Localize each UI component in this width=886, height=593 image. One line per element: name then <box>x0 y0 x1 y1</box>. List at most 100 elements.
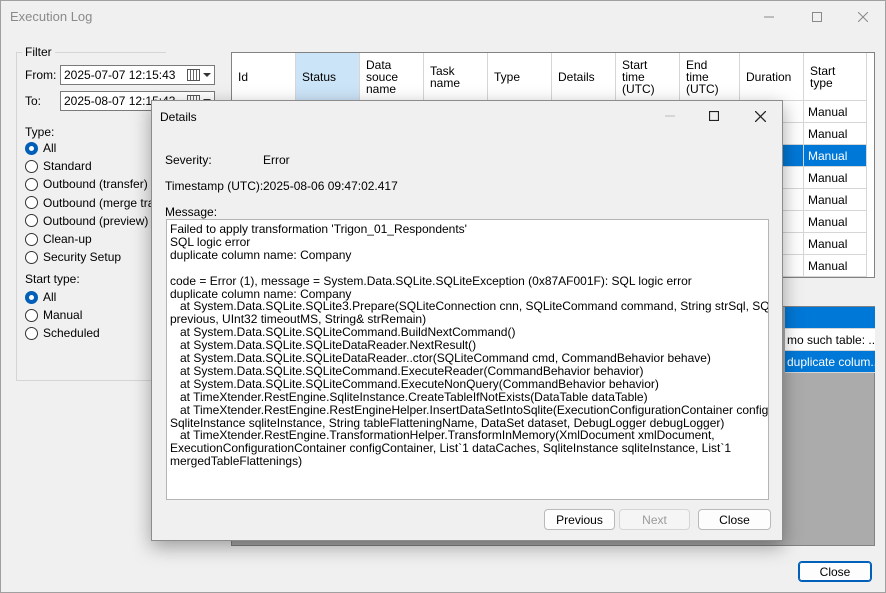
dialog-close-x-button[interactable] <box>740 101 780 131</box>
radio-label: Clean-up <box>43 232 92 246</box>
message-line: at TimeXtender.RestEngine.SqliteInstance… <box>170 389 648 404</box>
radio-label: Manual <box>43 308 83 322</box>
start-type-label: Start type: <box>25 272 80 286</box>
start-type-cell: Manual <box>804 101 867 123</box>
column-header[interactable]: Start type <box>804 53 867 101</box>
details-dialog: Details Severity: Error Timestamp (UTC):… <box>151 100 783 541</box>
dialog-maximize-button[interactable] <box>694 101 734 131</box>
next-label: Next <box>642 512 667 527</box>
close-icon <box>858 11 868 22</box>
start-type-cell: Manual <box>804 167 867 189</box>
dialog-title: Details <box>160 110 197 124</box>
message-line: at TimeXtender.RestEngine.RestEngineHelp… <box>170 402 769 417</box>
chevron-down-icon[interactable] <box>203 73 211 77</box>
column-header[interactable]: Id <box>232 53 296 101</box>
minimize-icon <box>764 16 774 17</box>
radio-button-icon[interactable] <box>25 141 38 155</box>
severity-label: Severity: <box>165 153 212 167</box>
radio-option[interactable]: Security Setup <box>25 250 121 264</box>
radio-option[interactable]: All <box>25 141 56 155</box>
start-type-cell: Manual <box>804 145 867 167</box>
radio-button-icon[interactable] <box>25 196 38 210</box>
dialog-close-label: Close <box>719 512 750 527</box>
timestamp-value: 2025-08-06 09:47:02.417 <box>263 179 398 193</box>
close-window-button[interactable] <box>840 1 886 32</box>
message-line: at System.Data.SQLite.SQLiteCommand.Exec… <box>170 376 659 391</box>
start-type-cell: Manual <box>804 189 867 211</box>
radio-button-icon[interactable] <box>25 159 38 173</box>
column-header[interactable]: Duration <box>740 53 804 101</box>
calendar-icon[interactable] <box>187 69 200 81</box>
message-label: Message: <box>165 205 218 219</box>
radio-label: All <box>43 141 57 155</box>
previous-label: Previous <box>556 512 603 527</box>
radio-button-icon[interactable] <box>25 250 38 264</box>
radio-button-icon[interactable] <box>25 232 38 246</box>
filter-legend: Filter <box>22 45 55 59</box>
message-line: mergedTableFlattenings) <box>170 454 303 469</box>
from-date-value: 2025-07-07 12:15:43 <box>64 68 176 82</box>
list-item[interactable]: duplicate colum... <box>785 351 875 373</box>
minimize-icon <box>665 115 675 117</box>
radio-label: All <box>43 290 57 304</box>
radio-button-icon[interactable] <box>25 177 38 191</box>
message-line: at System.Data.SQLite.SQLiteCommand.Exec… <box>170 363 644 378</box>
timestamp-label: Timestamp (UTC): <box>165 179 264 193</box>
radio-option[interactable]: All <box>25 290 56 304</box>
next-button[interactable]: Next <box>619 509 690 530</box>
maximize-icon <box>709 111 719 121</box>
message-line: code = Error (1), message = System.Data.… <box>170 273 692 288</box>
radio-option[interactable]: Clean-up <box>25 232 92 246</box>
radio-button-icon[interactable] <box>25 308 38 322</box>
dialog-minimize-button[interactable] <box>650 101 690 131</box>
window-title: Execution Log <box>10 9 93 24</box>
start-type-cell: Manual <box>804 233 867 255</box>
message-line: duplicate column name: Company <box>170 247 352 262</box>
message-textbox[interactable]: Failed to apply transformation 'Trigon_0… <box>166 219 769 500</box>
radio-label: Scheduled <box>43 326 100 340</box>
maximize-button[interactable] <box>794 1 840 32</box>
start-type-cell: Manual <box>804 255 867 277</box>
severity-value: Error <box>263 153 290 167</box>
maximize-icon <box>812 11 822 22</box>
title-bar: Execution Log <box>1 1 886 32</box>
main-close-label: Close <box>819 564 851 579</box>
previous-button[interactable]: Previous <box>544 509 615 530</box>
column-header[interactable]: Status <box>296 53 360 101</box>
column-header[interactable]: End time (UTC) <box>680 53 740 101</box>
minimize-button[interactable] <box>746 1 792 32</box>
dialog-close-button[interactable]: Close <box>698 509 771 530</box>
radio-label: Outbound (transfer) <box>43 177 148 192</box>
radio-option[interactable]: Standard <box>25 159 92 173</box>
column-header[interactable]: Start time (UTC) <box>616 53 680 101</box>
to-label: To: <box>25 94 42 108</box>
radio-button-icon[interactable] <box>25 290 38 304</box>
start-type-cell: Manual <box>804 211 867 233</box>
column-header[interactable]: Type <box>488 53 552 101</box>
radio-button-icon[interactable] <box>25 326 38 340</box>
radio-option[interactable]: Manual <box>25 308 82 322</box>
radio-option[interactable]: Scheduled <box>25 326 100 340</box>
radio-option[interactable]: Outbound (transfer) <box>25 177 148 191</box>
radio-option[interactable]: Outbound (merge transf <box>25 196 170 210</box>
radio-button-icon[interactable] <box>25 214 38 228</box>
main-close-button[interactable]: Close <box>798 561 872 582</box>
grid-header: Id Status Data souce name Task name Type Deta… <box>232 53 867 101</box>
radio-label: Outbound (preview) <box>43 213 149 228</box>
message-line: Failed to apply transformation 'Trigon_0… <box>170 222 467 236</box>
list-item[interactable] <box>785 307 875 329</box>
radio-label: Standard <box>43 159 92 174</box>
column-header[interactable]: Data souce name <box>360 53 424 101</box>
radio-option[interactable]: Outbound (preview) <box>25 214 148 228</box>
column-header[interactable]: Task name <box>424 53 488 101</box>
radio-label: Security Setup <box>43 250 122 265</box>
close-icon <box>754 110 766 122</box>
type-label: Type: <box>25 125 55 139</box>
message-line: SQL logic error <box>170 234 251 249</box>
start-type-cell: Manual <box>804 123 867 145</box>
from-label: From: <box>25 68 57 82</box>
list-item[interactable]: mo such table: ... <box>785 329 875 351</box>
message-line <box>170 262 765 275</box>
from-date-picker[interactable]: 2025-07-07 12:15:43 <box>60 65 215 85</box>
column-header[interactable]: Details <box>552 53 616 101</box>
